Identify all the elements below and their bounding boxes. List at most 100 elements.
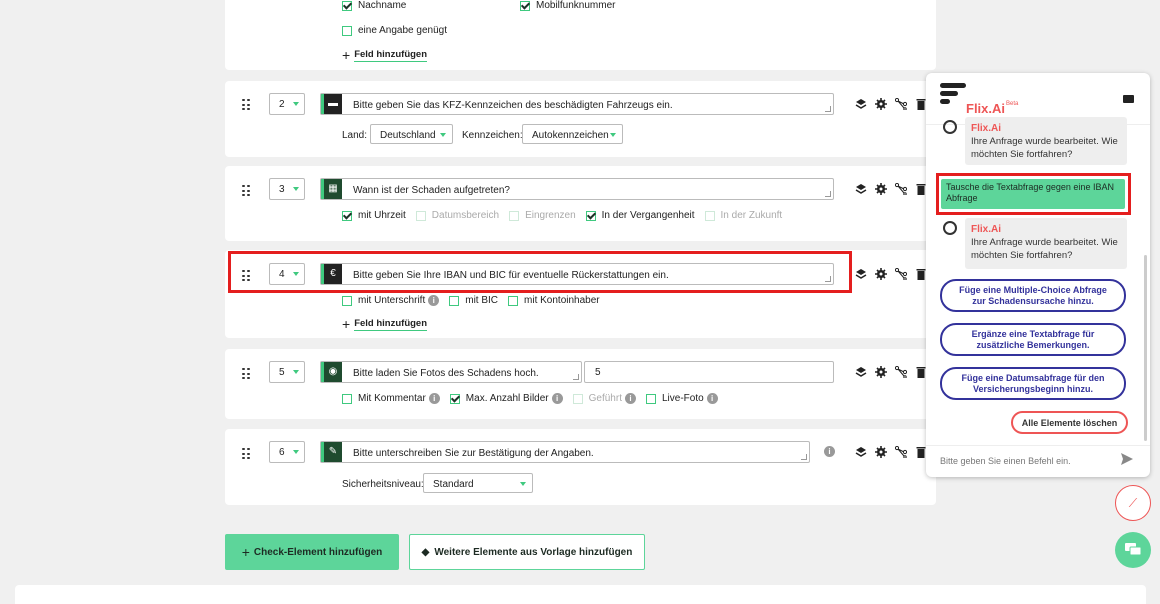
bot-avatar-icon [943, 221, 957, 235]
info-icon[interactable]: i [428, 393, 440, 404]
question-input[interactable]: ◉ Bitte laden Sie Fotos des Schadens hoch… [320, 361, 582, 383]
car-icon: ▬ [321, 94, 342, 114]
card-actions [855, 267, 927, 281]
chat-command-input[interactable]: Bitte geben Sie einen Befehl ein. [926, 445, 1150, 477]
suggestion-button[interactable]: Ergänze eine Textabfrage für zusätzliche… [940, 323, 1126, 356]
checkbox[interactable] [342, 25, 352, 36]
option-mit-bic[interactable]: mit BIC [449, 295, 498, 306]
chevron-down-icon [520, 482, 526, 486]
info-icon[interactable]: i [428, 295, 440, 306]
pen-fab-button[interactable]: ⟋ [1115, 485, 1151, 521]
delete-all-button[interactable]: Alle Elemente löschen [1011, 411, 1128, 434]
chevron-down-icon [293, 450, 299, 454]
option-eine-angabe[interactable]: eine Angabe genügt [342, 25, 447, 36]
option-mit-kontoinhaber[interactable]: mit Kontoinhaber [508, 295, 600, 306]
question-input[interactable]: ▬ Bitte geben Sie das KFZ-Kennzeichen des… [320, 93, 834, 115]
option-nachname[interactable]: Nachname [342, 0, 510, 11]
position-select[interactable]: 5 [269, 361, 305, 383]
layers-icon[interactable] [855, 446, 867, 458]
plus-icon: + [241, 544, 250, 560]
land-select[interactable]: Deutschland [370, 124, 453, 144]
kennzeichen-label: Kennzeichen: [462, 130, 523, 141]
drag-handle-icon[interactable] [242, 99, 250, 111]
card-actions [855, 365, 927, 379]
suggestion-button[interactable]: Füge eine Multiple-Choice Abfrage zur Sc… [940, 279, 1126, 312]
option-mit-uhrzeit[interactable]: mit Uhrzeit [342, 210, 406, 221]
suggestion-button[interactable]: Füge eine Datumsabfrage für den Versiche… [940, 367, 1126, 400]
option-zukunft[interactable]: In der Zukunft [704, 210, 782, 221]
checkbox[interactable] [572, 393, 583, 404]
add-check-element-button[interactable]: + Check-Element hinzufügen [225, 534, 399, 570]
add-field-button[interactable]: + Feld hinzufügen [342, 316, 428, 332]
option-eingrenzen[interactable]: Eingrenzen [509, 210, 576, 221]
logic-branch-icon[interactable] [894, 267, 908, 281]
add-from-template-button[interactable]: ◆ Weitere Elemente aus Vorlage hinzufügen [409, 534, 645, 570]
gear-icon[interactable] [875, 98, 887, 110]
chevron-down-icon [440, 133, 446, 137]
logic-branch-icon[interactable] [894, 445, 908, 459]
card3-options: mit Uhrzeit Datumsbereich Eingrenzen In … [342, 210, 792, 221]
gear-icon[interactable] [875, 268, 887, 280]
security-level-select[interactable]: Standard [423, 473, 533, 493]
gear-icon[interactable] [875, 183, 887, 195]
layers-icon[interactable] [855, 183, 867, 195]
option-gefuehrt[interactable]: Geführt i [572, 393, 636, 404]
chat-scrollbar[interactable] [1144, 255, 1147, 441]
chat-fab-button[interactable] [1115, 532, 1151, 568]
element-card-1: Nachname Mobilfunknummer eine Angabe gen… [225, 0, 936, 70]
position-select[interactable]: 6 [269, 441, 305, 463]
checkbox[interactable] [645, 393, 656, 404]
position-select[interactable]: 2 [269, 93, 305, 115]
footer-card [15, 585, 1146, 604]
checkbox[interactable] [520, 0, 530, 11]
layers-icon[interactable] [855, 98, 867, 110]
option-vergangenheit[interactable]: In der Vergangenheit [585, 210, 695, 221]
checkbox[interactable] [704, 210, 715, 221]
checkbox[interactable] [342, 393, 352, 404]
send-icon[interactable] [1120, 452, 1134, 466]
option-mit-kommentar[interactable]: Mit Kommentar i [342, 393, 440, 404]
checkbox[interactable] [342, 210, 352, 221]
question-input[interactable]: ✎ Bitte unterschreiben Sie zur Bestätigun… [320, 441, 810, 463]
checkbox[interactable] [449, 393, 460, 404]
logic-branch-icon[interactable] [894, 182, 908, 196]
chevron-down-icon [293, 370, 299, 374]
ai-chat-panel: Flix.Ai Beta Flix.Ai Ihre Anfrage wurde … [926, 73, 1150, 477]
info-icon[interactable]: i [824, 446, 835, 457]
mail-icon[interactable] [1123, 95, 1134, 103]
kennzeichen-select[interactable]: Autokennzeichen [522, 124, 623, 144]
layers-icon[interactable] [855, 366, 867, 378]
info-icon[interactable]: i [551, 393, 563, 404]
drag-handle-icon[interactable] [242, 368, 250, 380]
checkbox[interactable] [342, 0, 352, 11]
option-max-anzahl-bilder[interactable]: Max. Anzahl Bilder i [449, 393, 563, 404]
pen-icon: ✎ [321, 442, 342, 462]
gear-icon[interactable] [875, 366, 887, 378]
calendar-icon: ▦ [321, 179, 342, 199]
drag-handle-icon[interactable] [242, 185, 250, 197]
max-images-input[interactable]: 5 [584, 361, 834, 383]
card4-options: mit Unterschrift i mit BIC mit Kontoinhab… [342, 295, 610, 306]
info-icon[interactable]: i [706, 393, 718, 404]
gear-icon[interactable] [875, 446, 887, 458]
info-icon[interactable]: i [624, 393, 636, 404]
logic-branch-icon[interactable] [894, 365, 908, 379]
bot-avatar-icon [943, 120, 957, 134]
option-live-foto[interactable]: Live-Foto i [645, 393, 718, 404]
option-mobilfunknummer[interactable]: Mobilfunknummer [520, 0, 615, 11]
checkbox[interactable] [342, 295, 352, 306]
option-mit-unterschrift[interactable]: mit Unterschrift i [342, 295, 440, 306]
position-select[interactable]: 3 [269, 178, 305, 200]
question-input[interactable]: ▦ Wann ist der Schaden aufgetreten? [320, 178, 834, 200]
logic-branch-icon[interactable] [894, 97, 908, 111]
checkbox[interactable] [509, 210, 520, 221]
checkbox[interactable] [508, 295, 519, 306]
checkbox[interactable] [449, 295, 460, 306]
checkbox[interactable] [415, 210, 426, 221]
option-datumsbereich[interactable]: Datumsbereich [415, 210, 499, 221]
layers-icon[interactable] [855, 268, 867, 280]
chevron-down-icon [293, 102, 299, 106]
checkbox[interactable] [585, 210, 596, 221]
add-field-button[interactable]: + Feld hinzufügen [342, 47, 428, 63]
drag-handle-icon[interactable] [242, 448, 250, 460]
